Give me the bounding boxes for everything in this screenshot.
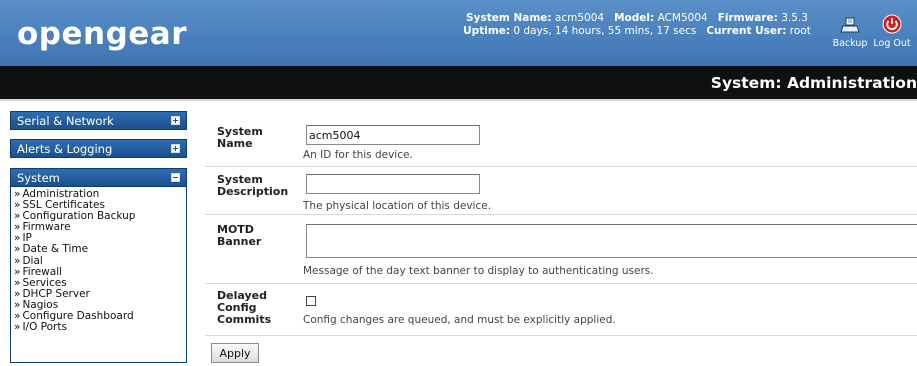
current-user-value: root [789,25,811,37]
system-description-row: System Description The physical location… [205,167,917,215]
opengear-logo: opengear [17,16,188,52]
system-name-input[interactable] [306,125,480,145]
delayed-config-checkbox[interactable] [306,296,316,306]
model-value: ACM5004 [657,12,708,24]
collapse-minus-icon[interactable] [171,173,180,182]
system-description-help: The physical location of this device. [303,200,492,212]
title-divider [0,99,917,101]
page-title: System: Administration [710,74,917,92]
menu-system[interactable]: System [10,168,187,187]
apply-button[interactable]: Apply [211,343,259,363]
menu-system-label: System [17,171,60,185]
header-bar: opengear System Name: acm5004 Model: ACM… [0,0,917,66]
logout-label: Log Out [873,38,911,49]
firmware-label: Firmware: [717,12,778,24]
motd-banner-row: MOTD Banner Message of the day text bann… [205,215,917,284]
system-info: System Name: acm5004 Model: ACM5004 Firm… [452,12,822,38]
motd-banner-help: Message of the day text banner to displa… [303,265,654,277]
menu-serial-network[interactable]: Serial & Network [10,111,187,130]
sidebar-item-firmware[interactable]: » Firmware [14,222,186,233]
delayed-config-help: Config changes are queued, and must be e… [303,314,616,326]
system-description-input[interactable] [306,174,480,194]
system-name-field-label: System Name [217,125,263,150]
motd-banner-field-label: MOTD Banner [217,223,262,248]
system-name-row: System Name An ID for this device. [205,117,917,167]
backup-tray-icon [840,17,860,33]
system-name-value: acm5004 [554,12,605,24]
current-user-label: Current User: [706,25,787,37]
sidebar-item-io-ports[interactable]: » I/O Ports [14,322,186,333]
uptime-value: 0 days, 14 hours, 55 mins, 17 secs [513,25,697,37]
system-name-label: System Name: [466,12,552,24]
logout-button[interactable]: Log Out [872,14,912,49]
menu-alerts-logging-label: Alerts & Logging [17,142,113,156]
delayed-config-field-label: Delayed Config Commits [217,289,272,326]
delayed-config-row: Delayed Config Commits Config changes ar… [205,284,917,336]
system-description-field-label: System Description [217,173,289,198]
menu-serial-network-label: Serial & Network [17,114,114,128]
menu-alerts-logging[interactable]: Alerts & Logging [10,139,187,158]
expand-plus-icon[interactable] [171,144,180,153]
motd-banner-textarea[interactable] [306,224,917,258]
system-submenu: » Administration » SSL Certificates » Confi… [10,187,187,363]
power-icon [882,14,902,34]
title-bar: System: Administration [0,66,917,99]
expand-plus-icon[interactable] [171,116,180,125]
uptime-label: Uptime: [463,25,511,37]
backup-button[interactable]: Backup [830,14,870,49]
model-label: Model: [614,12,655,24]
firmware-value: 3.5.3 [781,12,808,24]
backup-label: Backup [832,38,868,49]
system-name-help: An ID for this device. [303,149,413,161]
